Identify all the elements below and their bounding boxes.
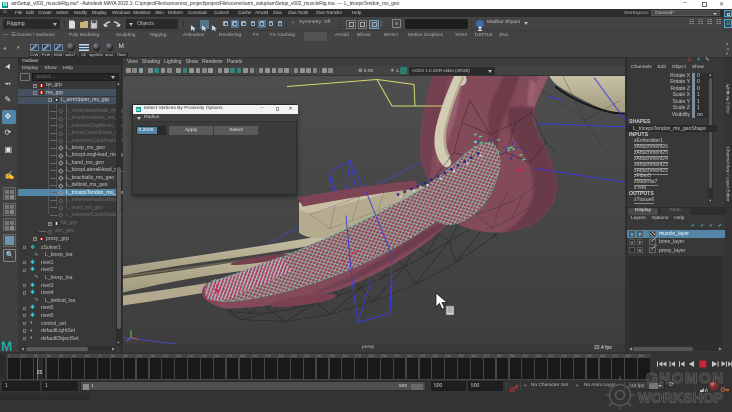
svg-text:GNOMON: GNOMON <box>646 370 725 387</box>
svg-text:WORKSHOP: WORKSHOP <box>638 390 724 406</box>
